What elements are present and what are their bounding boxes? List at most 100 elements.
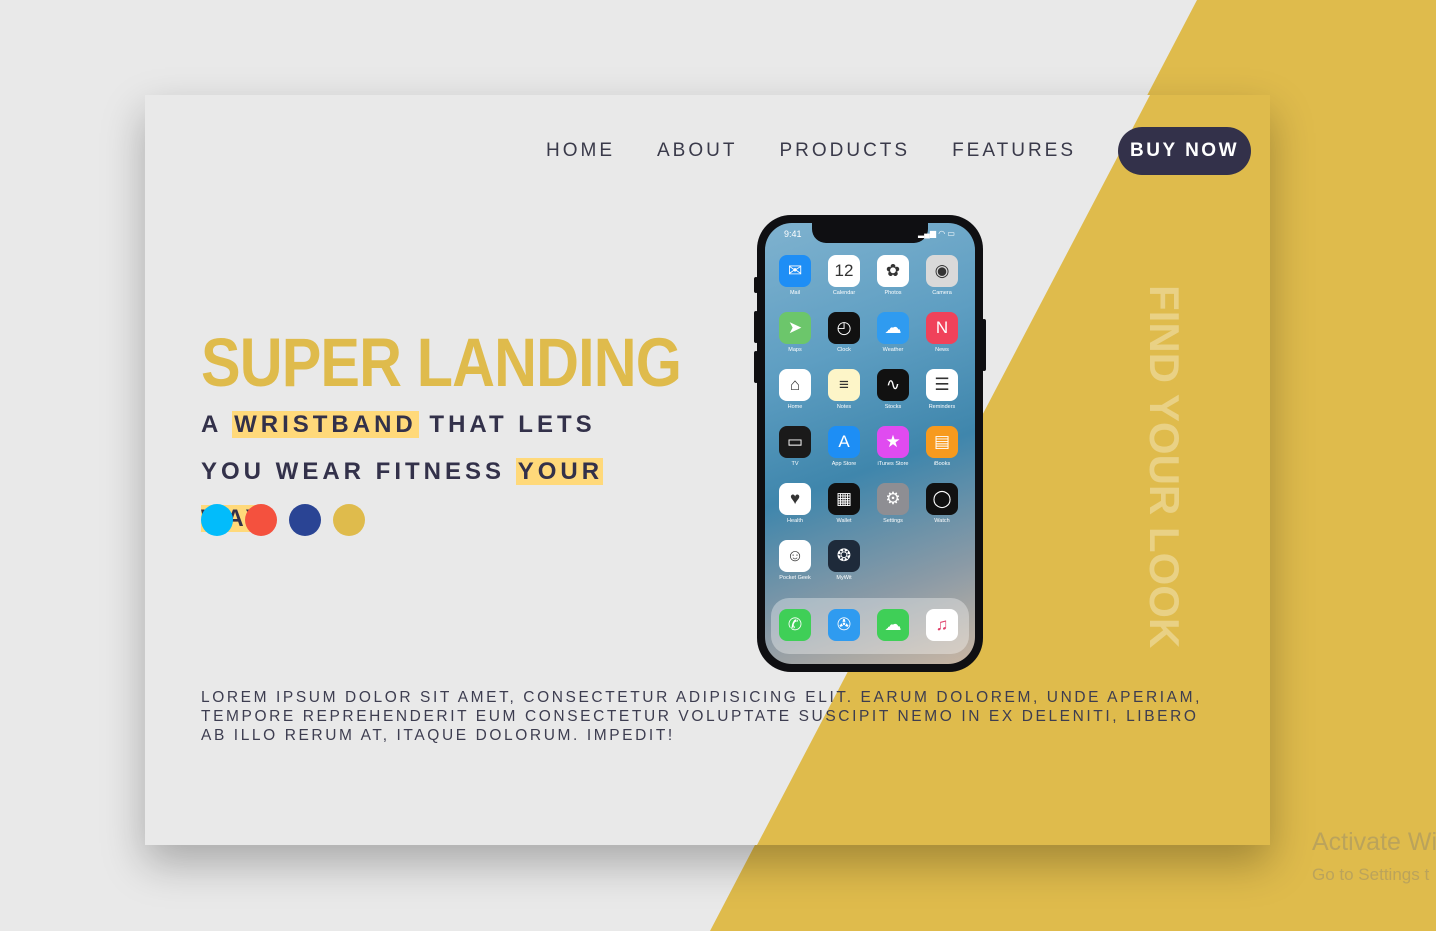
reminders-icon: ☰: [926, 369, 958, 401]
app-weather[interactable]: ☁ Weather: [875, 312, 911, 353]
app-label: iTunes Store: [877, 461, 909, 467]
dock-phone[interactable]: ✆: [777, 609, 813, 641]
dock-safari[interactable]: ✇: [826, 609, 862, 641]
nav-about[interactable]: ABOUT: [657, 140, 737, 162]
app-tv[interactable]: ▭ TV: [777, 426, 813, 467]
app-label: Watch: [934, 518, 950, 524]
dock-messages[interactable]: ☁: [875, 609, 911, 641]
phone-mute-switch: [754, 277, 758, 293]
app-clock[interactable]: ◴ Clock: [826, 312, 862, 353]
maps-icon: ➤: [779, 312, 811, 344]
watch-icon: ◯: [926, 483, 958, 515]
phone-volume-up: [754, 311, 758, 343]
app-wallet[interactable]: ▦ Wallet: [826, 483, 862, 524]
photos-icon: ✿: [877, 255, 909, 287]
app-dock: ✆ ✇ ☁ ♫: [771, 598, 969, 654]
app-camera[interactable]: ◉ Camera: [924, 255, 960, 296]
color-dot-red[interactable]: [245, 504, 277, 536]
app-maps[interactable]: ➤ Maps: [777, 312, 813, 353]
hero-title: SUPER LANDING: [201, 324, 682, 401]
app-label: Calendar: [832, 290, 856, 296]
top-nav: HOME ABOUT PRODUCTS FEATURES BUY NOW: [546, 127, 1251, 175]
app-label: Weather: [882, 347, 904, 353]
app-label: Home: [787, 404, 803, 410]
app-label: Maps: [788, 347, 802, 353]
app-watch[interactable]: ◯ Watch: [924, 483, 960, 524]
health-icon: ♥: [779, 483, 811, 515]
buy-now-button[interactable]: BUY NOW: [1118, 127, 1251, 175]
app-label: Pocket Geek: [779, 575, 811, 581]
phone-icon: ✆: [779, 609, 811, 641]
app-label: MyWit: [836, 575, 852, 581]
nav-products[interactable]: PRODUCTS: [779, 140, 910, 162]
app-news[interactable]: N News: [924, 312, 960, 353]
news-icon: N: [926, 312, 958, 344]
notes-icon: ≡: [828, 369, 860, 401]
app-label: Camera: [932, 290, 952, 296]
app-photos[interactable]: ✿ Photos: [875, 255, 911, 296]
find-your-look-text: FIND YOUR LOOK: [1141, 285, 1188, 649]
color-dot-blue[interactable]: [201, 504, 233, 536]
itunes-store-icon: ★: [877, 426, 909, 458]
phone-notch: [812, 223, 928, 243]
music-icon: ♫: [926, 609, 958, 641]
app-label: Reminders: [928, 404, 956, 410]
calendar-icon: 12: [828, 255, 860, 287]
phone-screen: 9:41 ▂▄▆ ◠ ▭ ✉ Mail 12 Calendar ✿ Photos ◉ Came…: [765, 223, 975, 664]
subtitle-highlight-wristband: WRISTBAND: [232, 411, 419, 438]
app-health[interactable]: ♥ Health: [777, 483, 813, 524]
watermark-line-1: Activate Wi: [1312, 828, 1436, 856]
app-label: Notes: [836, 404, 852, 410]
tv-icon: ▭: [779, 426, 811, 458]
app-calendar[interactable]: 12 Calendar: [826, 255, 862, 296]
app-stocks[interactable]: ∿ Stocks: [875, 369, 911, 410]
phone-volume-down: [754, 351, 758, 383]
app-notes[interactable]: ≡ Notes: [826, 369, 862, 410]
camera-icon: ◉: [926, 255, 958, 287]
app-label: iBooks: [933, 461, 951, 467]
app-label: TV: [791, 461, 799, 467]
app-settings[interactable]: ⚙ Settings: [875, 483, 911, 524]
signal-battery-icon: ▂▄▆ ◠ ▭: [918, 229, 955, 238]
color-dot-navy[interactable]: [289, 504, 321, 536]
safari-icon: ✇: [828, 609, 860, 641]
app-itunes-store[interactable]: ★ iTunes Store: [875, 426, 911, 467]
app-label: News: [935, 347, 949, 353]
app-ibooks[interactable]: ▤ iBooks: [924, 426, 960, 467]
landing-card: HOME ABOUT PRODUCTS FEATURES BUY NOW SUP…: [145, 95, 1270, 845]
watermark-line-2: Go to Settings t: [1312, 865, 1430, 884]
app-label: Mail: [789, 290, 801, 296]
app-label: Wallet: [836, 518, 852, 524]
mywit-icon: ❂: [828, 540, 860, 572]
settings-icon: ⚙: [877, 483, 909, 515]
pocket-geek-icon: ☺: [779, 540, 811, 572]
windows-activation-watermark: Activate Wi Go to Settings t: [1312, 828, 1436, 885]
weather-icon: ☁: [877, 312, 909, 344]
color-options: [201, 504, 377, 536]
phone-power-button: [982, 319, 986, 371]
app-label: App Store: [831, 461, 857, 467]
description-paragraph: Lorem ipsum dolor sit amet, consectetur …: [201, 689, 1203, 744]
app-reminders[interactable]: ☰ Reminders: [924, 369, 960, 410]
app-label: Settings: [883, 518, 903, 524]
messages-icon: ☁: [877, 609, 909, 641]
ibooks-icon: ▤: [926, 426, 958, 458]
app-pocket-geek[interactable]: ☺ Pocket Geek: [777, 540, 813, 581]
app-mail[interactable]: ✉ Mail: [777, 255, 813, 296]
app-label: Photos: [884, 290, 902, 296]
app-app-store[interactable]: A App Store: [826, 426, 862, 467]
status-time: 9:41: [784, 229, 802, 239]
app-mywit[interactable]: ❂ MyWit: [826, 540, 862, 581]
phone-mockup: 9:41 ▂▄▆ ◠ ▭ ✉ Mail 12 Calendar ✿ Photos ◉ Came…: [754, 215, 986, 672]
dock-music[interactable]: ♫: [924, 609, 960, 641]
clock-icon: ◴: [828, 312, 860, 344]
app-label: Health: [787, 518, 803, 524]
color-dot-yellow[interactable]: [333, 504, 365, 536]
nav-features[interactable]: FEATURES: [952, 140, 1076, 162]
stocks-icon: ∿: [877, 369, 909, 401]
subtitle-text-a: A: [201, 411, 233, 438]
mail-icon: ✉: [779, 255, 811, 287]
app-home[interactable]: ⌂ Home: [777, 369, 813, 410]
app-label: Stocks: [884, 404, 902, 410]
nav-home[interactable]: HOME: [546, 140, 615, 162]
